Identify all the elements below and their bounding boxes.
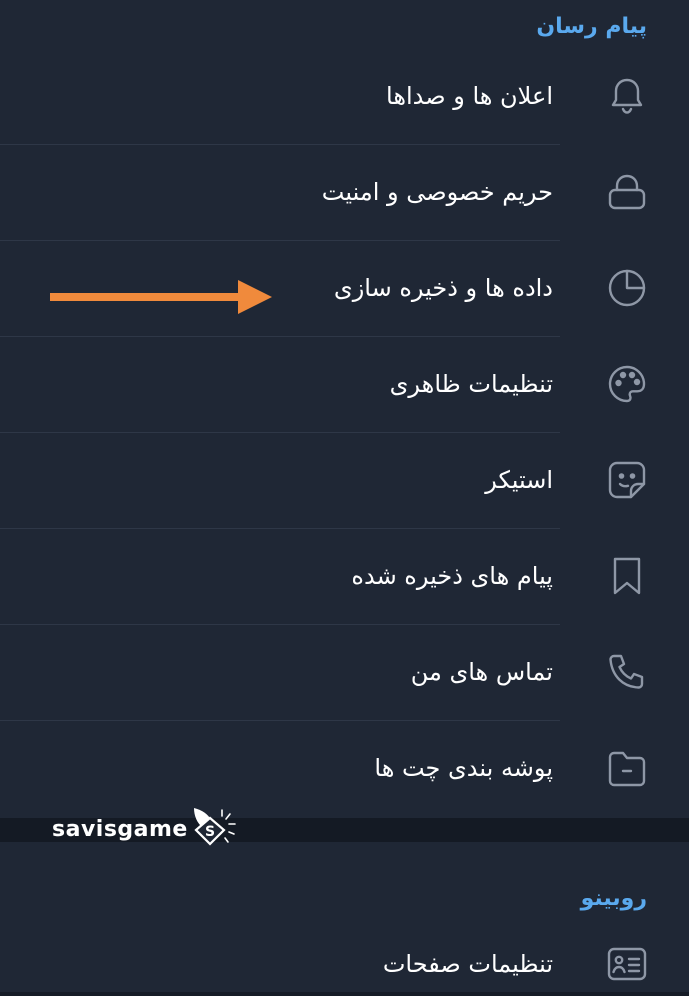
settings-item-page-settings[interactable]: تنظیمات صفحات — [0, 916, 689, 996]
settings-item-label: استیکر — [485, 466, 553, 494]
settings-item-chat-folders[interactable]: پوشه بندی چت ها — [0, 720, 689, 816]
settings-item-label: تماس های من — [410, 658, 553, 686]
watermark-text: savisgame — [52, 816, 188, 842]
watermark-logo-icon: S — [193, 808, 236, 846]
bottom-edge — [0, 992, 689, 996]
watermark-logo-letter: S — [205, 824, 215, 840]
settings-page: پیام رسان اعلان ها و صداها حریم خصوصی و … — [0, 0, 689, 996]
settings-item-label: حریم خصوصی و امنیت — [321, 178, 553, 206]
pie-chart-icon — [605, 266, 649, 310]
settings-item-label: پیام های ذخیره شده — [351, 562, 553, 590]
section-header-messenger: پیام رسان — [536, 14, 647, 39]
watermark: savisgame S — [52, 804, 240, 854]
settings-item-label: پوشه بندی چت ها — [374, 754, 553, 782]
palette-icon — [605, 362, 649, 406]
sticker-icon — [605, 458, 649, 502]
lock-icon — [605, 170, 649, 214]
settings-item-appearance[interactable]: تنظیمات ظاهری — [0, 336, 689, 432]
phone-icon — [605, 650, 649, 694]
bell-icon — [605, 74, 649, 118]
folder-icon — [605, 746, 649, 790]
settings-item-notifications[interactable]: اعلان ها و صداها — [0, 48, 689, 144]
settings-item-label: تنظیمات صفحات — [382, 950, 553, 978]
settings-item-my-calls[interactable]: تماس های من — [0, 624, 689, 720]
settings-item-privacy-security[interactable]: حریم خصوصی و امنیت — [0, 144, 689, 240]
bookmark-icon — [605, 554, 649, 598]
settings-item-label: داده ها و ذخیره سازی — [333, 274, 553, 302]
settings-item-saved-messages[interactable]: پیام های ذخیره شده — [0, 528, 689, 624]
settings-item-label: تنظیمات ظاهری — [389, 370, 553, 398]
settings-item-sticker[interactable]: استیکر — [0, 432, 689, 528]
section-header-rubino: روبینو — [580, 886, 647, 911]
profile-card-icon — [605, 942, 649, 986]
settings-item-label: اعلان ها و صداها — [386, 82, 553, 110]
annotation-arrow — [50, 280, 272, 314]
